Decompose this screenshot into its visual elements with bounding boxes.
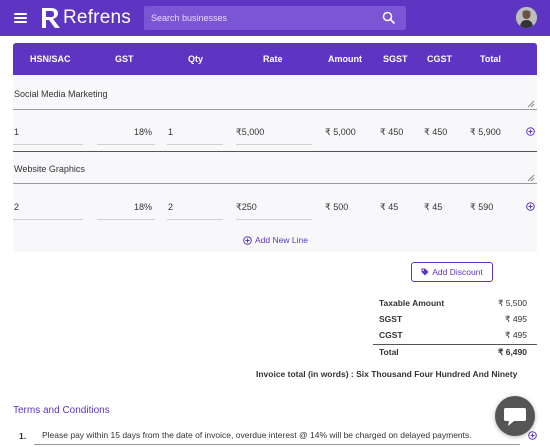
resize-handle-icon[interactable] bbox=[527, 100, 535, 108]
gst-input[interactable]: 18% bbox=[134, 202, 152, 212]
field-underline bbox=[13, 219, 83, 220]
items-table-header: HSN/SAC GST Qty Rate Amount SGST CGST To… bbox=[13, 43, 537, 75]
cgst-value: ₹ 45 bbox=[424, 202, 443, 212]
add-discount-label: Add Discount bbox=[432, 267, 483, 277]
cgst-row: CGST ₹ 495 bbox=[373, 328, 537, 344]
field-underline bbox=[236, 144, 312, 145]
table-row bbox=[13, 75, 537, 151]
total-in-words: Invoice total (in words) : Six Thousand … bbox=[256, 369, 518, 379]
menu-icon[interactable] bbox=[14, 13, 27, 23]
column-sgst: SGST bbox=[383, 54, 408, 64]
field-underline bbox=[167, 144, 223, 145]
avatar-icon bbox=[516, 7, 537, 28]
row-options-icon[interactable] bbox=[526, 127, 535, 136]
item-description-field[interactable]: Social Media Marketing bbox=[14, 89, 108, 99]
column-hsn: HSN/SAC bbox=[30, 54, 71, 64]
total-value: ₹ 5,900 bbox=[470, 127, 501, 137]
hsn-input[interactable]: 2 bbox=[14, 202, 19, 212]
taxable-amount-value: ₹ 5,500 bbox=[497, 298, 527, 308]
top-bar: Refrens bbox=[0, 0, 550, 36]
rate-input[interactable]: ₹250 bbox=[236, 202, 257, 213]
grand-total-row: Total ₹ 6,490 bbox=[373, 344, 537, 360]
term-underline bbox=[34, 444, 520, 445]
search-input[interactable] bbox=[144, 6, 374, 30]
refrens-logo-icon bbox=[42, 8, 60, 28]
sgst-row: SGST ₹ 495 bbox=[373, 312, 537, 328]
field-underline bbox=[13, 144, 83, 145]
term-text-field[interactable]: Please pay within 15 days from the date … bbox=[42, 430, 472, 440]
rate-input[interactable]: ₹5,000 bbox=[236, 127, 264, 138]
hsn-input[interactable]: 1 bbox=[14, 127, 19, 137]
field-underline bbox=[236, 219, 312, 220]
term-number: 1. bbox=[19, 431, 27, 441]
grand-total-label: Total bbox=[379, 347, 399, 357]
field-underline bbox=[97, 219, 155, 220]
user-avatar[interactable] bbox=[516, 7, 537, 28]
add-new-line-button[interactable]: Add New Line bbox=[243, 235, 308, 245]
gst-input[interactable]: 18% bbox=[134, 127, 152, 137]
total-value: ₹ 590 bbox=[470, 202, 494, 212]
search-icon[interactable] bbox=[382, 11, 396, 25]
column-cgst: CGST bbox=[427, 54, 453, 64]
plus-circle-icon bbox=[243, 235, 252, 245]
field-underline bbox=[97, 144, 155, 145]
taxable-amount-row: Taxable Amount ₹ 5,500 bbox=[373, 296, 537, 312]
sgst-total-value: ₹ 495 bbox=[505, 314, 527, 324]
chat-button[interactable] bbox=[495, 396, 535, 436]
sgst-value: ₹ 45 bbox=[380, 202, 399, 212]
column-amount: Amount bbox=[328, 54, 362, 64]
resize-handle-icon[interactable] bbox=[527, 174, 535, 182]
item-description-field[interactable]: Website Graphics bbox=[14, 164, 85, 174]
cgst-label: CGST bbox=[379, 330, 403, 340]
cgst-total-value: ₹ 495 bbox=[505, 330, 527, 340]
amount-value: ₹ 5,000 bbox=[325, 127, 356, 137]
qty-input[interactable]: 2 bbox=[168, 202, 173, 212]
terms-title[interactable]: Terms and Conditions bbox=[13, 405, 110, 416]
cgst-value: ₹ 450 bbox=[424, 127, 448, 137]
column-rate: Rate bbox=[263, 54, 283, 64]
column-total: Total bbox=[480, 54, 501, 64]
column-gst: GST bbox=[115, 54, 134, 64]
description-underline bbox=[13, 109, 537, 110]
tag-icon bbox=[421, 268, 429, 276]
qty-input[interactable]: 1 bbox=[168, 127, 173, 137]
sgst-value: ₹ 450 bbox=[380, 127, 404, 137]
amount-value: ₹ 500 bbox=[325, 202, 349, 212]
description-underline bbox=[13, 183, 537, 184]
row-options-icon[interactable] bbox=[526, 202, 535, 211]
taxable-amount-label: Taxable Amount bbox=[379, 298, 445, 308]
brand-name: Refrens bbox=[63, 7, 131, 28]
brand-logo[interactable]: Refrens bbox=[40, 7, 131, 29]
search-box bbox=[144, 6, 406, 30]
add-discount-button[interactable]: Add Discount bbox=[411, 262, 493, 282]
sgst-label: SGST bbox=[379, 314, 403, 324]
totals-summary: Taxable Amount ₹ 5,500 SGST ₹ 495 CGST ₹… bbox=[373, 296, 537, 360]
field-underline bbox=[167, 219, 223, 220]
column-qty: Qty bbox=[188, 54, 204, 64]
add-new-line-label: Add New Line bbox=[255, 235, 308, 245]
chat-icon bbox=[504, 408, 526, 426]
grand-total-value: ₹ 6,490 bbox=[497, 347, 527, 357]
